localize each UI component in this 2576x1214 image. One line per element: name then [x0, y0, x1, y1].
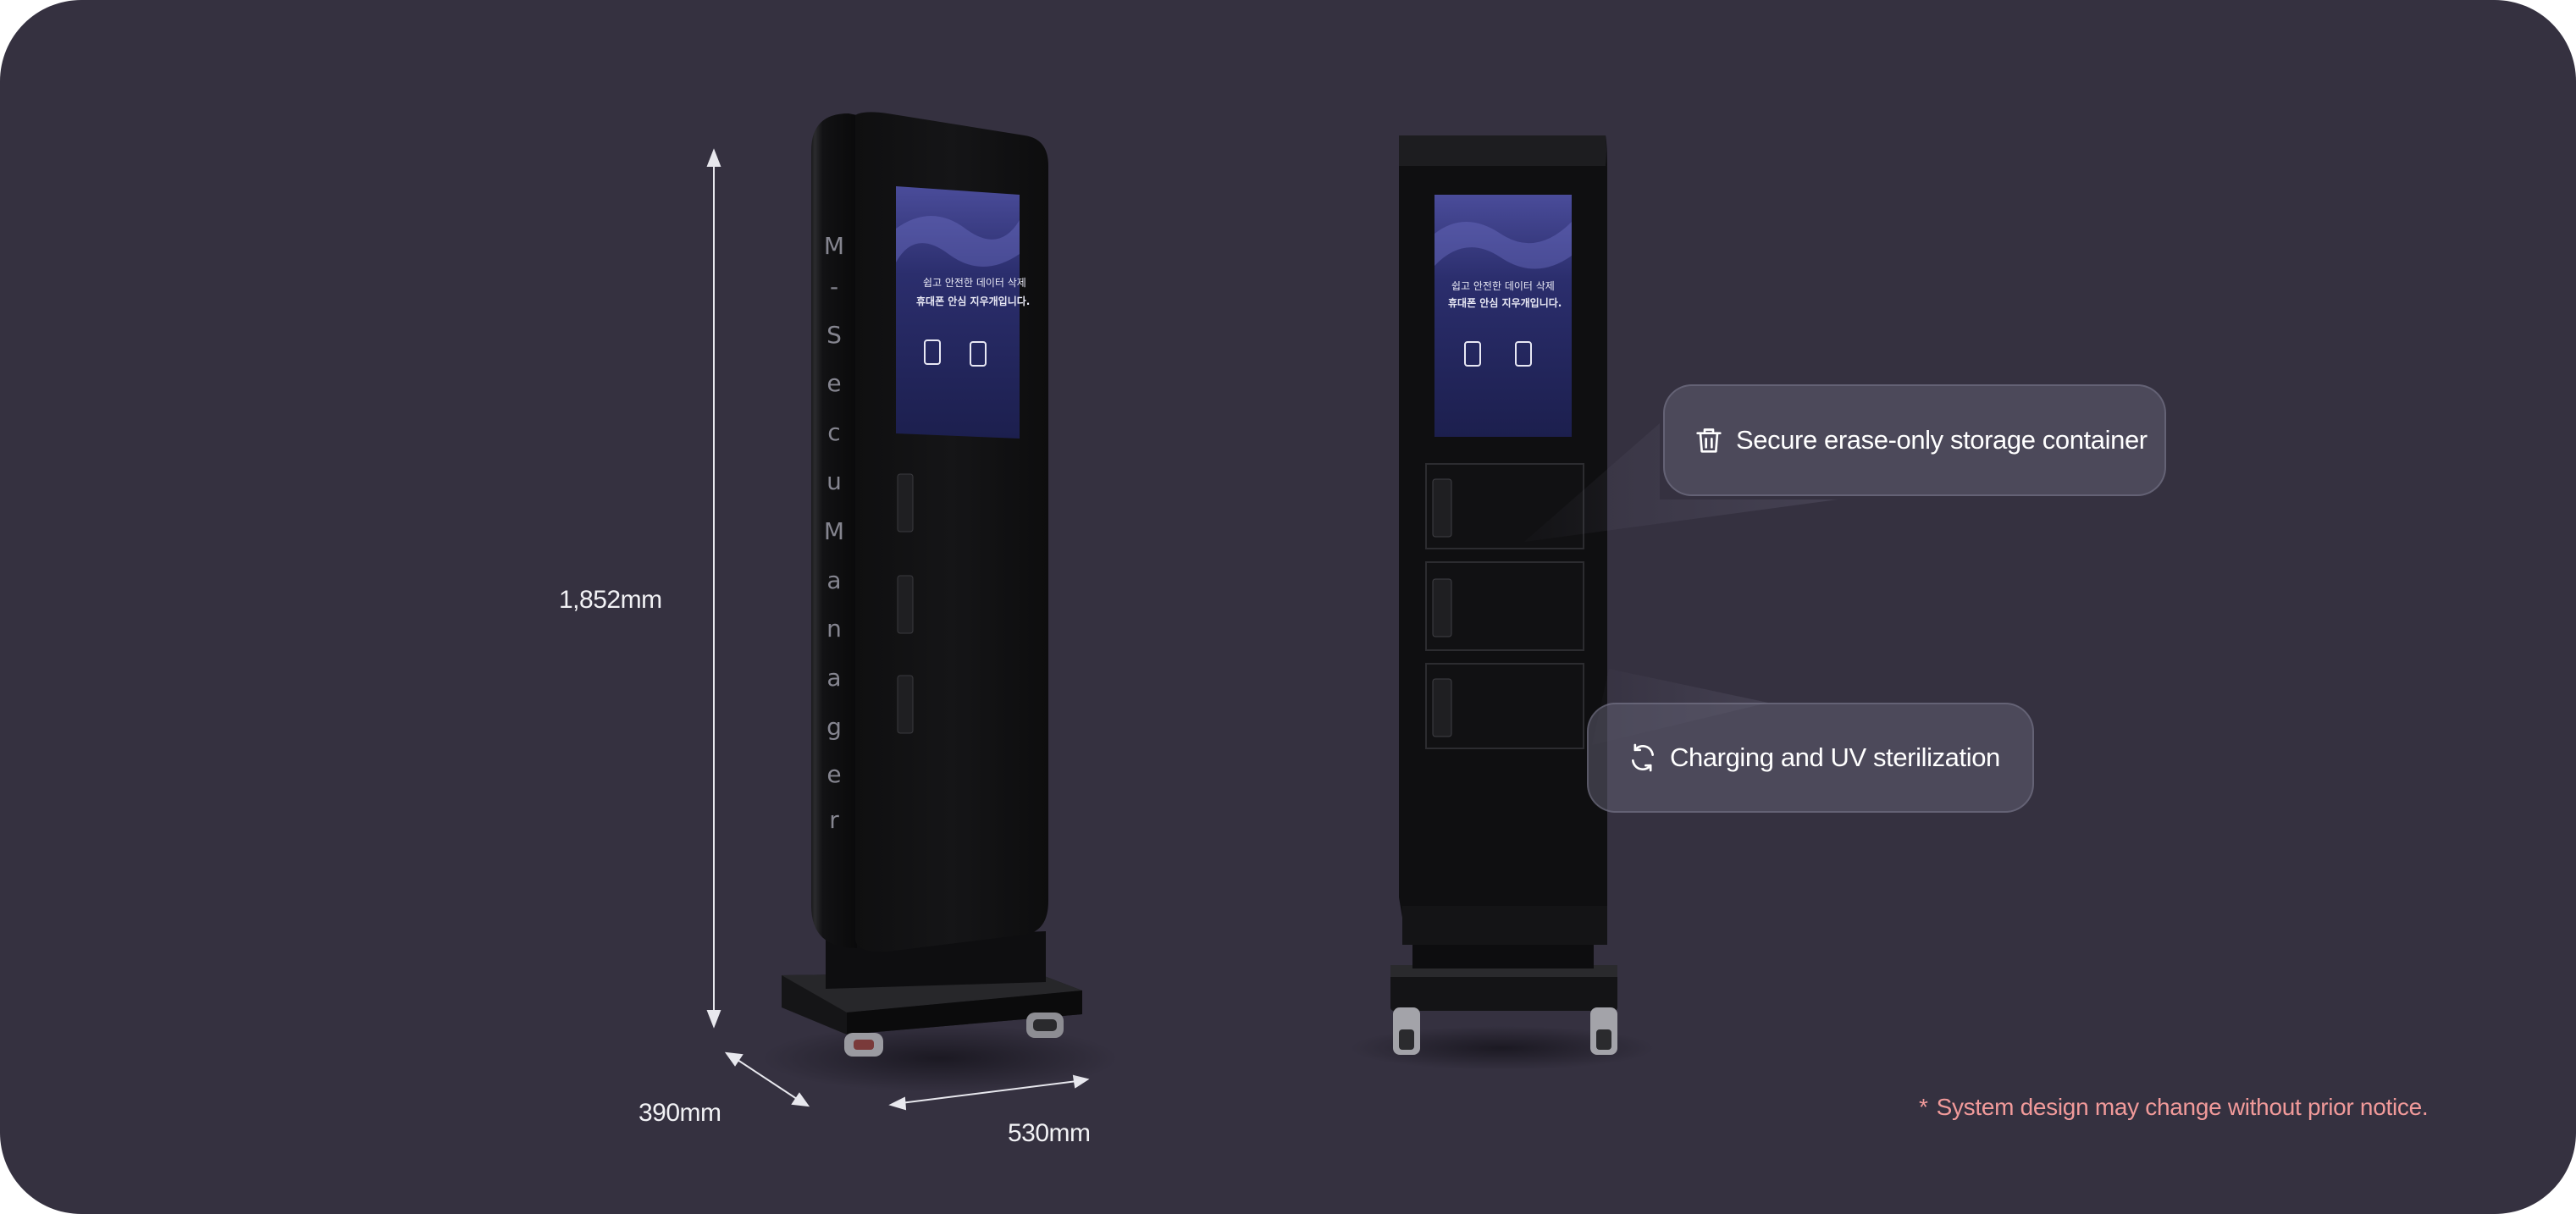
- trash-icon: [1692, 423, 1726, 457]
- svg-text:a: a: [826, 664, 841, 692]
- product-showcase-card: M - S e c u M a n a g e r 쉽고 안전한 데이터 삭제 …: [0, 0, 2576, 1214]
- charging-callout: Charging and UV sterilization: [1587, 703, 2034, 813]
- svg-text:쉽고 안전한 데이터 삭제: 쉽고 안전한 데이터 삭제: [923, 277, 1026, 289]
- illustration-layer: M - S e c u M a n a g e r 쉽고 안전한 데이터 삭제 …: [706, 112, 1838, 1111]
- svg-text:g: g: [826, 713, 842, 741]
- svg-text:휴대폰 안심 지우개입니다.: 휴대폰 안심 지우개입니다.: [1448, 296, 1562, 309]
- height-label: 1,852mm: [559, 586, 662, 614]
- kiosk-left-illustration: M - S e c u M a n a g e r 쉽고 안전한 데이터 삭제 …: [762, 112, 1118, 1092]
- storage-callout: Secure erase-only storage container: [1663, 384, 2166, 496]
- svg-text:M: M: [824, 232, 844, 260]
- svg-text:u: u: [826, 467, 842, 495]
- svg-text:휴대폰 안심 지우개입니다.: 휴대폰 안심 지우개입니다.: [916, 295, 1030, 307]
- width-label: 530mm: [1008, 1119, 1091, 1147]
- disclaimer-text: System design may change without prior n…: [1936, 1094, 2429, 1120]
- disclaimer-asterisk: *: [1919, 1094, 1928, 1120]
- charging-callout-label: Charging and UV sterilization: [1670, 742, 2000, 772]
- svg-text:S: S: [826, 321, 842, 349]
- svg-text:r: r: [829, 806, 839, 834]
- depth-label: 390mm: [638, 1099, 721, 1127]
- storage-callout-label: Secure erase-only storage container: [1736, 425, 2148, 455]
- height-dimension-line: [706, 148, 721, 1029]
- svg-text:n: n: [826, 615, 842, 643]
- disclaimer-note: * System design may change without prior …: [1919, 1094, 2429, 1121]
- refresh-icon: [1626, 741, 1660, 775]
- svg-text:c: c: [827, 418, 840, 446]
- svg-text:M: M: [824, 517, 844, 545]
- svg-text:e: e: [826, 760, 841, 788]
- svg-text:-: -: [830, 273, 838, 301]
- svg-text:쉽고 안전한 데이터 삭제: 쉽고 안전한 데이터 삭제: [1451, 280, 1555, 292]
- svg-text:e: e: [826, 369, 841, 397]
- svg-text:a: a: [826, 566, 841, 594]
- kiosk-right-illustration: 쉽고 안전한 데이터 삭제 휴대폰 안심 지우개입니다.: [1350, 135, 1655, 1070]
